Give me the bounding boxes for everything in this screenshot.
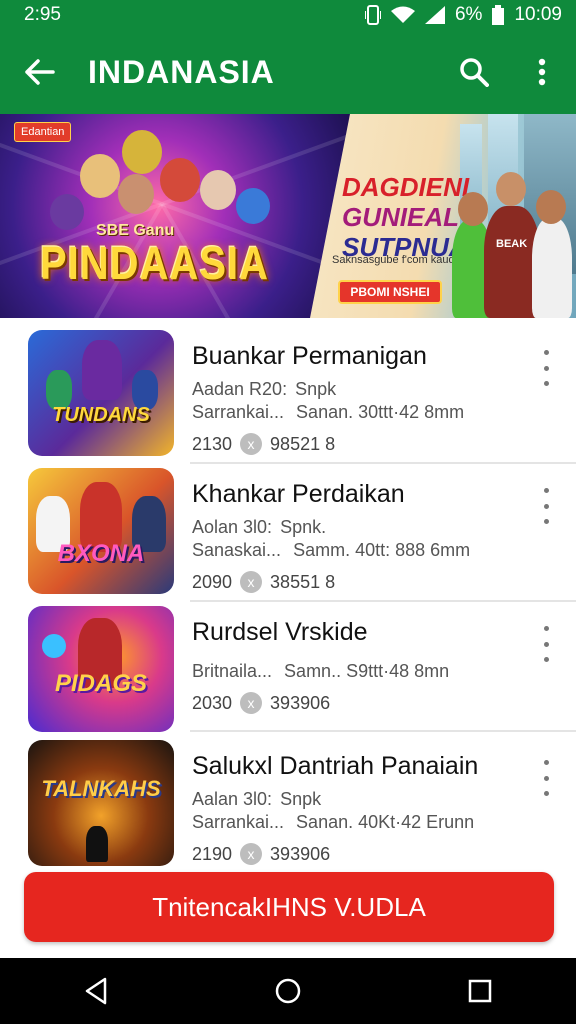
stat-count-2: 393906 xyxy=(270,843,331,864)
signal-icon xyxy=(424,6,445,24)
status-left-text: 2:95 xyxy=(24,4,61,25)
banner-tag: Edantian xyxy=(14,122,72,142)
item-meta-line-2: Britnaila... Samn.. S9ttt·48 8mn xyxy=(192,661,450,681)
list-item[interactable]: BXONA Khankar Perdaikan Aolan 3l0: Spnk. … xyxy=(0,456,576,594)
character-figure xyxy=(200,170,236,210)
thumbnail-title: PIDAGS xyxy=(54,670,147,697)
item-info: Buankar Permanigan Aadan R20: Snpk Sarran… xyxy=(192,342,516,455)
status-bar: 2:95 6% 10:09 xyxy=(0,0,576,30)
item-meta-line-2: Sarrankai... Sanan. 40Kt·42 Erunn xyxy=(192,812,475,832)
back-arrow-icon xyxy=(25,59,55,85)
item-meta-line-2: Sarrankai... Sanan. 30ttt·42 8mm xyxy=(192,402,465,422)
status-icons: 6% 10:09 xyxy=(364,4,562,26)
nav-back-button[interactable] xyxy=(66,961,126,1021)
recents-square-icon xyxy=(468,979,492,1003)
person-figure xyxy=(532,218,572,318)
back-button[interactable] xyxy=(0,30,80,114)
search-icon xyxy=(460,58,489,87)
list-item[interactable]: TUNDANS Buankar Permanigan Aadan R20: Snp… xyxy=(0,318,576,456)
primary-cta-button[interactable]: TnitencakIHNS V.UDLA xyxy=(24,872,554,942)
search-button[interactable] xyxy=(440,30,508,114)
item-info: Khankar Perdaikan Aolan 3l0: Spnk. Sanask… xyxy=(192,480,516,593)
item-meta-line-1: Aolan 3l0: Spnk. xyxy=(192,517,327,537)
vibrate-icon xyxy=(364,5,381,25)
banner-subtext: Saknsasgube f'com kaud xyxy=(332,254,455,266)
download-icon: x xyxy=(240,571,263,593)
item-more-button[interactable] xyxy=(538,760,554,796)
shirt-text: BEAK xyxy=(496,238,528,250)
banner-brand-logo: PINDAASIA xyxy=(40,238,270,290)
item-meta-line-1: Aadan R20: Snpk xyxy=(192,379,337,399)
stat-count-2: 393906 xyxy=(270,692,331,713)
list-item[interactable]: PIDAGS Rurdsel Vrskide Britnaila... Samn.… xyxy=(0,594,576,732)
app-thumbnail: BXONA xyxy=(28,468,174,594)
item-more-button[interactable] xyxy=(538,350,554,386)
character-figure xyxy=(122,130,162,174)
nav-home-button[interactable] xyxy=(258,961,318,1021)
person-head xyxy=(458,192,488,226)
character-figure xyxy=(80,154,120,198)
list-item[interactable]: TALNKAHS Salukxl Dantriah Panaiain Aalan… xyxy=(0,728,576,866)
item-more-button[interactable] xyxy=(538,626,554,662)
wifi-icon xyxy=(390,6,415,24)
stat-count-2: 38551 8 xyxy=(270,571,336,592)
page-title: INDANASIA xyxy=(88,53,275,90)
download-icon: x xyxy=(240,433,263,455)
stat-count-2: 98521 8 xyxy=(270,433,336,454)
banner-promo-button[interactable]: PBOMI NSHEI xyxy=(338,280,442,304)
nav-recents-button[interactable] xyxy=(450,961,510,1021)
app-bar: INDANASIA xyxy=(0,30,576,114)
character-figure xyxy=(236,188,270,224)
stat-count-1: 2090 xyxy=(192,571,233,592)
app-list: TUNDANS Buankar Permanigan Aadan R20: Snp… xyxy=(0,318,576,876)
thumbnail-title: BXONA xyxy=(57,540,145,567)
item-title: Rurdsel Vrskide xyxy=(192,618,368,646)
thumbnail-title: TUNDANS xyxy=(52,404,150,426)
stat-count-1: 2190 xyxy=(192,843,233,864)
item-title: Khankar Perdaikan xyxy=(192,480,405,508)
battery-icon xyxy=(492,5,505,25)
clock: 10:09 xyxy=(514,4,562,25)
item-info: Salukxl Dantriah Panaiain Aalan 3l0: Snpk… xyxy=(192,752,516,865)
item-meta-line-1: Aalan 3l0: Snpk xyxy=(192,789,322,809)
character-figure xyxy=(118,174,154,214)
person-head xyxy=(536,190,566,224)
overflow-menu-button[interactable] xyxy=(508,30,576,114)
download-icon: x xyxy=(240,692,263,714)
item-more-button[interactable] xyxy=(538,488,554,524)
item-meta-line-2: Sanaskai... Samm. 40tt: 888 6mm xyxy=(192,540,471,560)
thumbnail-title: TALNKAHS xyxy=(41,776,161,801)
system-nav-bar xyxy=(0,958,576,1024)
item-title: Salukxl Dantriah Panaiain xyxy=(192,752,479,780)
banner-headline-1: DAGDIENI xyxy=(342,172,470,202)
character-figure xyxy=(160,158,200,202)
download-icon: x xyxy=(240,843,263,865)
home-circle-icon xyxy=(275,978,301,1004)
app-thumbnail: PIDAGS xyxy=(28,606,174,732)
item-title: Buankar Permanigan xyxy=(192,342,427,370)
item-info: Rurdsel Vrskide Britnaila... Samn.. S9ttt… xyxy=(192,618,516,714)
banner-brand-small: SBE Ganu xyxy=(96,222,175,239)
character-figure xyxy=(50,194,84,230)
more-vert-icon xyxy=(538,58,546,86)
item-stats: 2090 x 38551 8 xyxy=(192,571,516,593)
back-triangle-icon xyxy=(85,977,107,1005)
app-thumbnail: TUNDANS xyxy=(28,330,174,456)
promo-banner[interactable]: Edantian SBE Ganu PINDAASIA DAGDIENI GUN… xyxy=(0,114,576,318)
item-stats: 2030 x 393906 xyxy=(192,692,516,714)
app-thumbnail: TALNKAHS xyxy=(28,740,174,866)
stat-count-1: 2030 xyxy=(192,692,233,713)
person-head xyxy=(496,172,526,206)
item-stats: 2190 x 393906 xyxy=(192,843,516,865)
stat-count-1: 2130 xyxy=(192,433,233,454)
battery-percent: 6% xyxy=(454,4,483,25)
item-stats: 2130 x 98521 8 xyxy=(192,433,516,455)
